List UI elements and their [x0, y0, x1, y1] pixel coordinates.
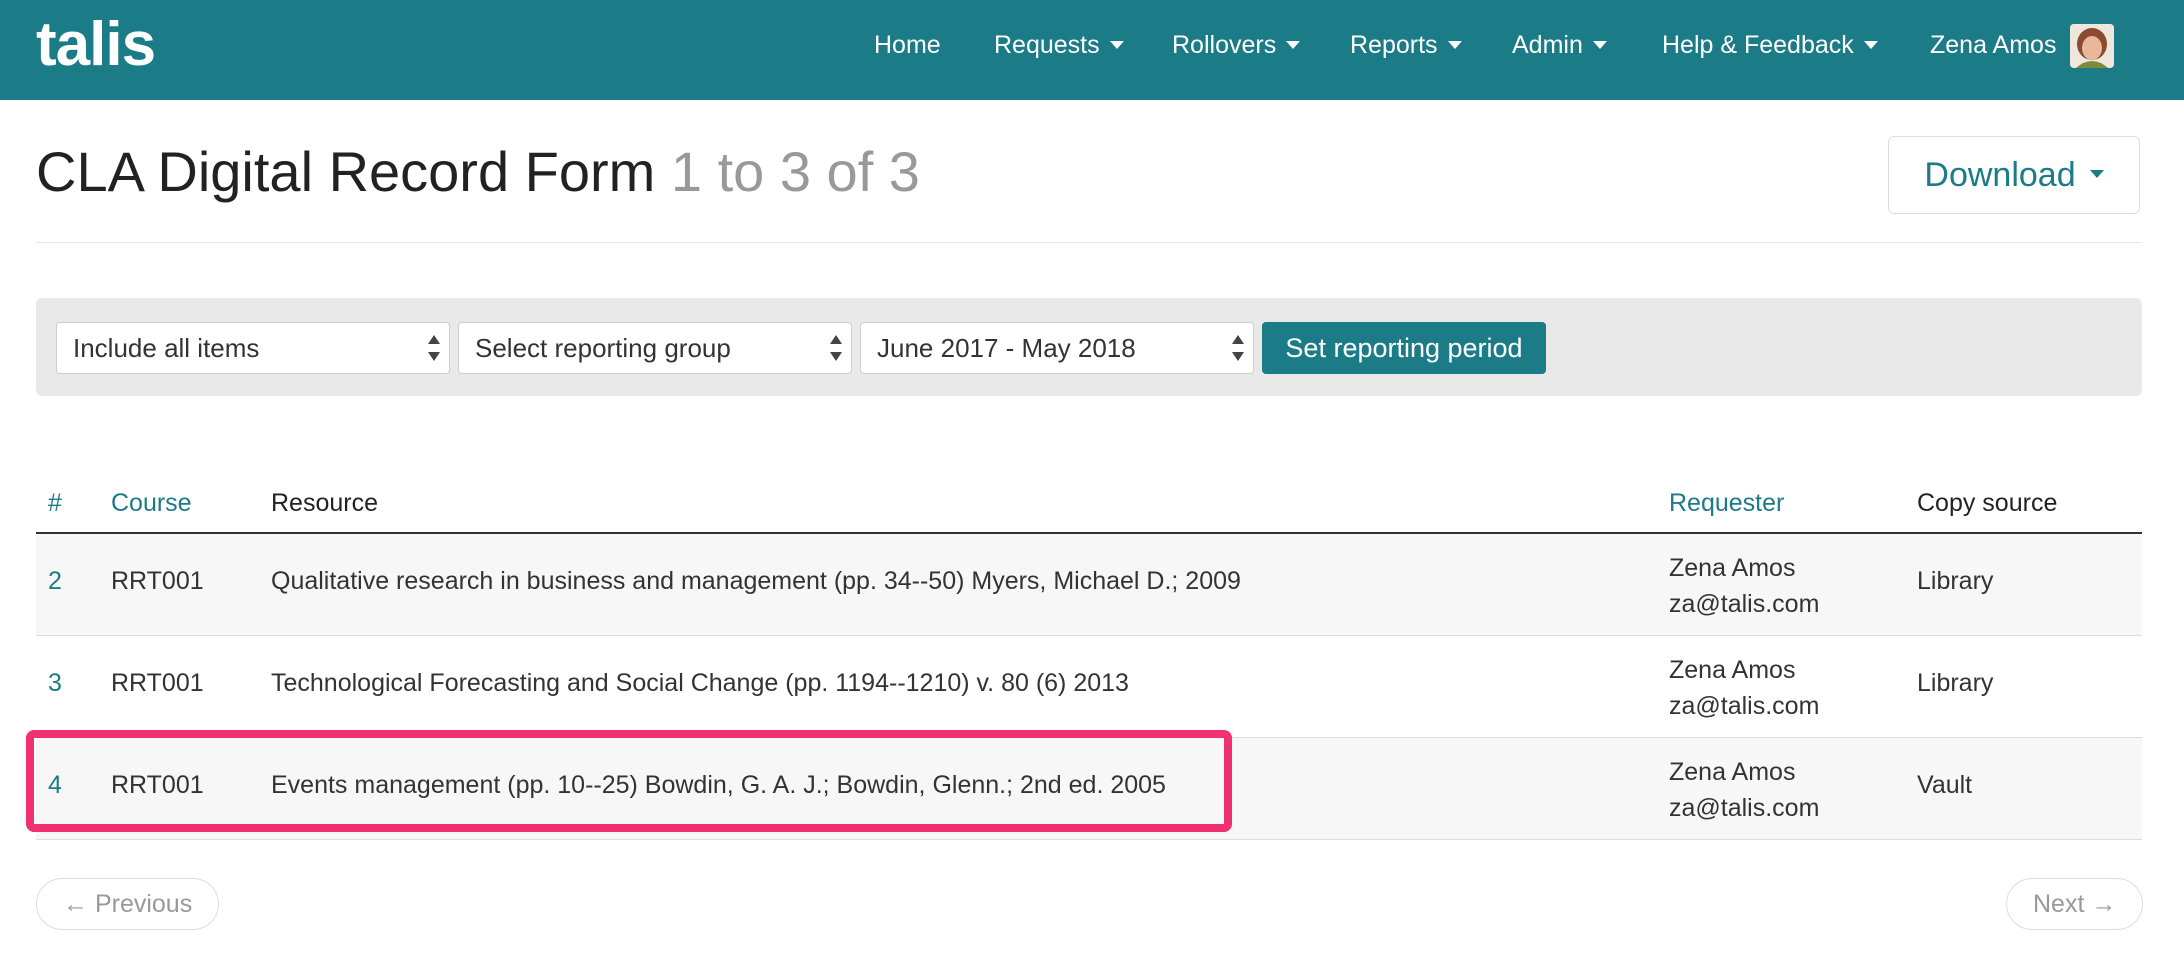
requester-name: Zena Amos: [1669, 758, 1796, 786]
user-avatar-icon: [2070, 24, 2114, 68]
column-header-number[interactable]: #: [48, 486, 62, 520]
nav-requests[interactable]: Requests: [994, 28, 1124, 62]
caret-down-icon: [1863, 40, 1878, 49]
caret-down-icon: [1592, 40, 1607, 49]
caret-down-icon: [1447, 40, 1462, 49]
column-header-copy-source: Copy source: [1917, 489, 2058, 517]
column-header-course[interactable]: Course: [111, 486, 192, 520]
row-number-link[interactable]: 3: [48, 669, 62, 698]
copy-source: Library: [1917, 669, 1994, 697]
nav-home[interactable]: Home: [874, 28, 941, 62]
page-title: CLA Digital Record Form 1 to 3 of 3: [36, 136, 920, 208]
row-number-link[interactable]: 2: [48, 567, 62, 596]
requester-info: Zena Amos za@talis.com: [1669, 754, 1819, 826]
table-row: 3 RRT001 Technological Forecasting and S…: [36, 636, 2142, 738]
column-header-resource: Resource: [271, 489, 378, 517]
nav-admin-label: Admin: [1512, 31, 1583, 59]
caret-down-icon: [2089, 169, 2104, 178]
resource-citation: Technological Forecasting and Social Cha…: [271, 669, 1129, 697]
download-button[interactable]: Download: [1888, 136, 2140, 214]
nav-help-label: Help & Feedback: [1662, 31, 1854, 59]
set-reporting-period-label: Set reporting period: [1285, 332, 1523, 363]
requester-name: Zena Amos: [1669, 656, 1796, 684]
result-count: 1 to 3 of 3: [670, 140, 920, 203]
caret-down-icon: [1109, 40, 1124, 49]
column-header-requester[interactable]: Requester: [1669, 486, 1784, 520]
reporting-period-select[interactable]: June 2017 - May 2018: [860, 322, 1254, 374]
previous-page-button[interactable]: ← Previous: [36, 878, 220, 930]
select-arrows-icon: [427, 333, 441, 363]
course-code: RRT001: [111, 567, 204, 595]
table-row: 2 RRT001 Qualitative research in busines…: [36, 534, 2142, 636]
select-arrows-icon: [1231, 333, 1245, 363]
requester-info: Zena Amos za@talis.com: [1669, 550, 1819, 622]
divider: [36, 242, 2142, 243]
talis-logo[interactable]: talis: [36, 6, 156, 84]
requester-email: za@talis.com: [1669, 692, 1820, 720]
page-title-text: CLA Digital Record Form: [36, 140, 656, 203]
items-filter-select[interactable]: Include all items: [56, 322, 450, 374]
nav-admin[interactable]: Admin: [1512, 28, 1607, 62]
items-filter-value: Include all items: [73, 333, 260, 363]
copy-source: Vault: [1917, 771, 1973, 799]
highlight-annotation-box: [26, 730, 1232, 832]
set-reporting-period-button[interactable]: Set reporting period: [1262, 322, 1546, 374]
reporting-group-select[interactable]: Select reporting group: [458, 322, 852, 374]
nav-home-label: Home: [874, 31, 941, 59]
requester-name: Zena Amos: [1669, 554, 1796, 582]
nav-reports[interactable]: Reports: [1350, 28, 1462, 62]
requester-email: za@talis.com: [1669, 794, 1820, 822]
nav-rollovers[interactable]: Rollovers: [1172, 28, 1301, 62]
course-code: RRT001: [111, 669, 204, 697]
nav-user-menu[interactable]: Zena Amos: [1930, 28, 2056, 62]
nav-reports-label: Reports: [1350, 31, 1438, 59]
nav-requests-label: Requests: [994, 31, 1100, 59]
select-arrows-icon: [829, 333, 843, 363]
avatar[interactable]: [2070, 24, 2114, 68]
nav-rollovers-label: Rollovers: [1172, 31, 1277, 59]
resource-citation: Qualitative research in business and man…: [271, 567, 1241, 595]
reporting-group-value: Select reporting group: [475, 333, 731, 363]
download-label: Download: [1924, 155, 2076, 194]
next-page-button[interactable]: Next →: [2006, 878, 2144, 930]
reporting-period-value: June 2017 - May 2018: [877, 333, 1136, 363]
requester-email: za@talis.com: [1669, 590, 1820, 618]
requester-info: Zena Amos za@talis.com: [1669, 652, 1819, 724]
copy-source: Library: [1917, 567, 1994, 595]
nav-help-feedback[interactable]: Help & Feedback: [1662, 28, 1878, 62]
caret-down-icon: [1286, 40, 1301, 49]
user-name: Zena Amos: [1930, 31, 2057, 59]
top-navbar: talis Home Requests Rollovers Reports Ad…: [0, 0, 2184, 100]
